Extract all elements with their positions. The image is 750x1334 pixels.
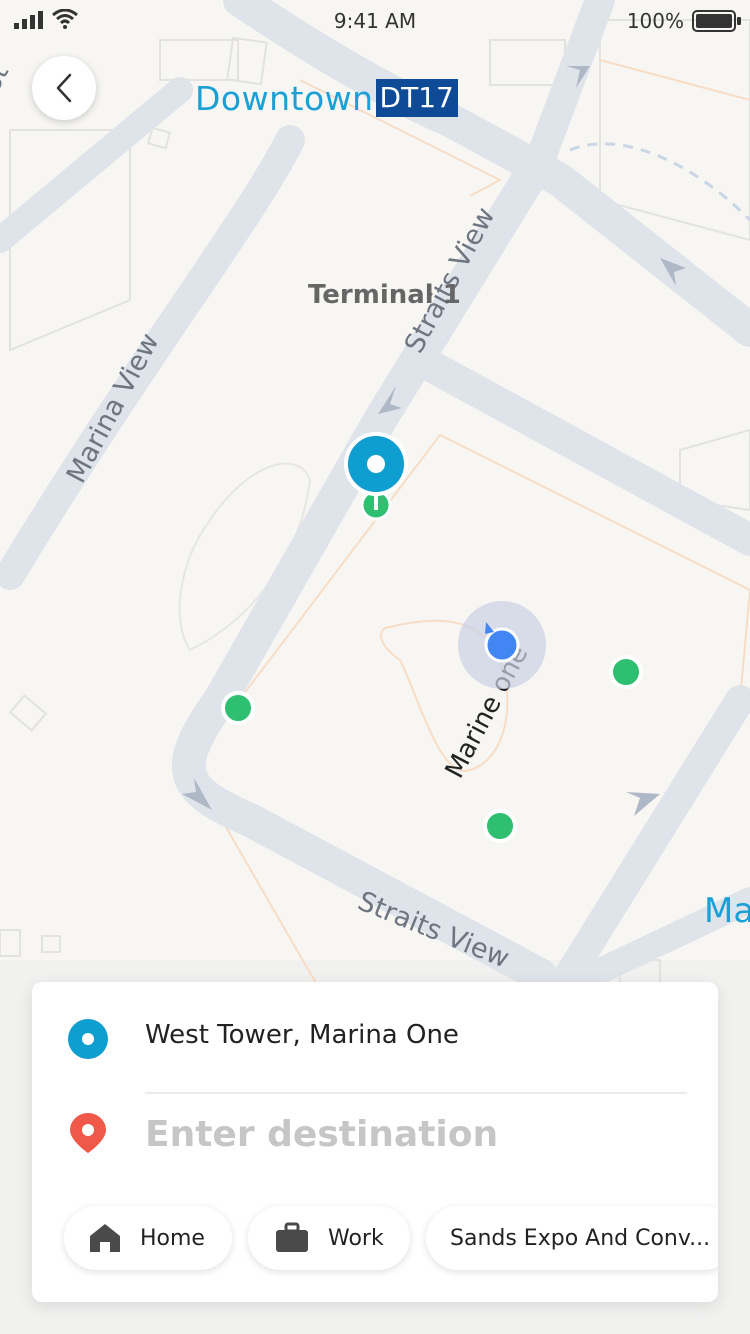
terminal-label: Terminal 1	[308, 280, 461, 310]
origin-icon	[68, 1019, 108, 1059]
edge-right-label: Ma	[704, 891, 750, 931]
pickup-point[interactable]	[483, 809, 517, 843]
origin-text: West Tower, Marina One	[145, 1020, 459, 1050]
back-button[interactable]	[32, 56, 96, 120]
origin-row[interactable]: West Tower, Marina One	[32, 982, 718, 1094]
shortcut-chips: Home Work Sands Expo And Conv...	[64, 1206, 718, 1272]
trip-panel: West Tower, Marina One Home Work Sands E…	[32, 982, 718, 1302]
work-shortcut-chip[interactable]: Work	[248, 1206, 410, 1270]
home-chip-label: Home	[140, 1225, 205, 1251]
destination-pin-icon	[70, 1113, 106, 1153]
battery-icon	[692, 10, 741, 32]
pickup-point[interactable]	[609, 655, 643, 689]
briefcase-icon	[276, 1222, 308, 1252]
current-location-marker	[458, 601, 546, 689]
battery-percent: 100%	[626, 9, 684, 33]
back-icon	[56, 73, 72, 103]
pickup-point[interactable]	[221, 691, 255, 725]
station-code-badge: DT17	[375, 79, 458, 117]
station-name: Downtown	[195, 78, 374, 118]
work-chip-label: Work	[328, 1225, 384, 1251]
destination-row[interactable]	[32, 1094, 718, 1204]
home-shortcut-chip[interactable]: Home	[64, 1206, 232, 1270]
recent-chip-label: Sands Expo And Conv...	[450, 1225, 711, 1251]
station-label[interactable]: Downtown DT17	[195, 78, 458, 118]
home-icon	[90, 1224, 120, 1252]
destination-input[interactable]	[145, 1106, 685, 1162]
status-bar: 9:41 AM 100%	[0, 0, 750, 42]
recent-shortcut-chip[interactable]: Sands Expo And Conv...	[426, 1206, 718, 1270]
